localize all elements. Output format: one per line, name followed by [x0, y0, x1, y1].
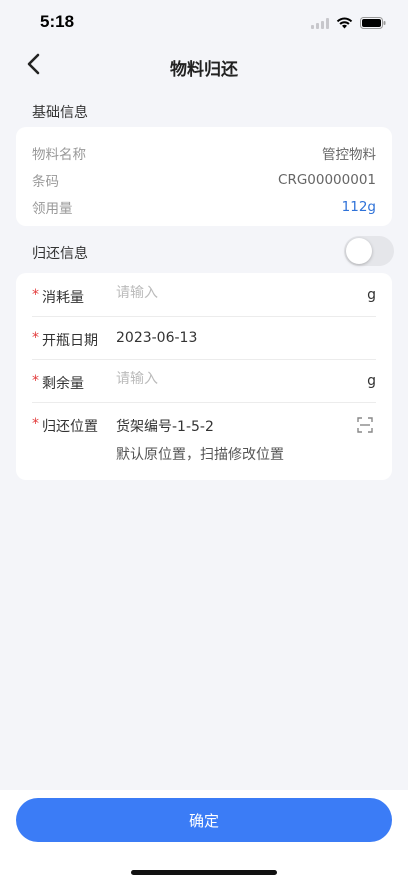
- open-date-label: 开瓶日期: [42, 333, 98, 349]
- return-info-toggle[interactable]: [344, 236, 394, 266]
- info-value: 112g: [341, 199, 376, 215]
- info-row-usage: 领用量 112g: [32, 197, 376, 217]
- consumption-row: * 消耗量 g: [32, 285, 376, 317]
- remaining-input[interactable]: [116, 371, 336, 387]
- toggle-knob: [346, 238, 372, 264]
- consumption-input[interactable]: [116, 285, 336, 301]
- info-row-barcode: 条码 CRG00000001: [32, 170, 376, 190]
- confirm-button[interactable]: 确定: [16, 798, 392, 842]
- return-info-title: 归还信息: [32, 246, 88, 262]
- status-icons: [311, 14, 386, 33]
- remaining-unit: g: [367, 373, 376, 389]
- info-label: 领用量: [32, 201, 73, 217]
- basic-info-title: 基础信息: [32, 105, 88, 121]
- info-row-material-name: 物料名称 管控物料: [32, 143, 376, 163]
- wifi-icon: [336, 14, 353, 33]
- consumption-unit: g: [367, 287, 376, 303]
- info-value: CRG00000001: [278, 172, 376, 188]
- battery-icon: [360, 14, 386, 33]
- return-location-value: 货架编号-1-5-2: [116, 419, 214, 435]
- info-label: 条码: [32, 174, 59, 190]
- consumption-label: 消耗量: [42, 290, 84, 306]
- nav-bar: 物料归还: [0, 44, 408, 88]
- return-info-card: * 消耗量 g * 开瓶日期 2023-06-13 * 剩余量 g * 归还位置…: [16, 273, 392, 480]
- scan-icon[interactable]: [356, 416, 374, 434]
- required-mark: *: [32, 373, 39, 389]
- cellular-signal-icon: [311, 14, 329, 33]
- bottom-bar: 确定: [0, 790, 408, 883]
- required-mark: *: [32, 416, 39, 432]
- page-title: 物料归还: [170, 60, 238, 80]
- home-indicator: [131, 870, 277, 875]
- required-mark: *: [32, 287, 39, 303]
- status-time: 5:18: [40, 12, 75, 31]
- info-value: 管控物料: [322, 147, 376, 163]
- status-bar: 5:18: [0, 0, 408, 44]
- required-mark: *: [32, 330, 39, 346]
- open-date-value[interactable]: 2023-06-13: [116, 330, 197, 346]
- return-location-label: 归还位置: [42, 419, 98, 435]
- info-label: 物料名称: [32, 147, 86, 163]
- remaining-label: 剩余量: [42, 376, 84, 392]
- return-location-row: * 归还位置 货架编号-1-5-2 默认原位置，扫描修改位置: [32, 416, 376, 468]
- remaining-row: * 剩余量 g: [32, 371, 376, 403]
- basic-info-card: 物料名称 管控物料 条码 CRG00000001 领用量 112g: [16, 127, 392, 226]
- return-location-hint: 默认原位置，扫描修改位置: [116, 447, 284, 463]
- open-date-row[interactable]: * 开瓶日期 2023-06-13: [32, 330, 376, 360]
